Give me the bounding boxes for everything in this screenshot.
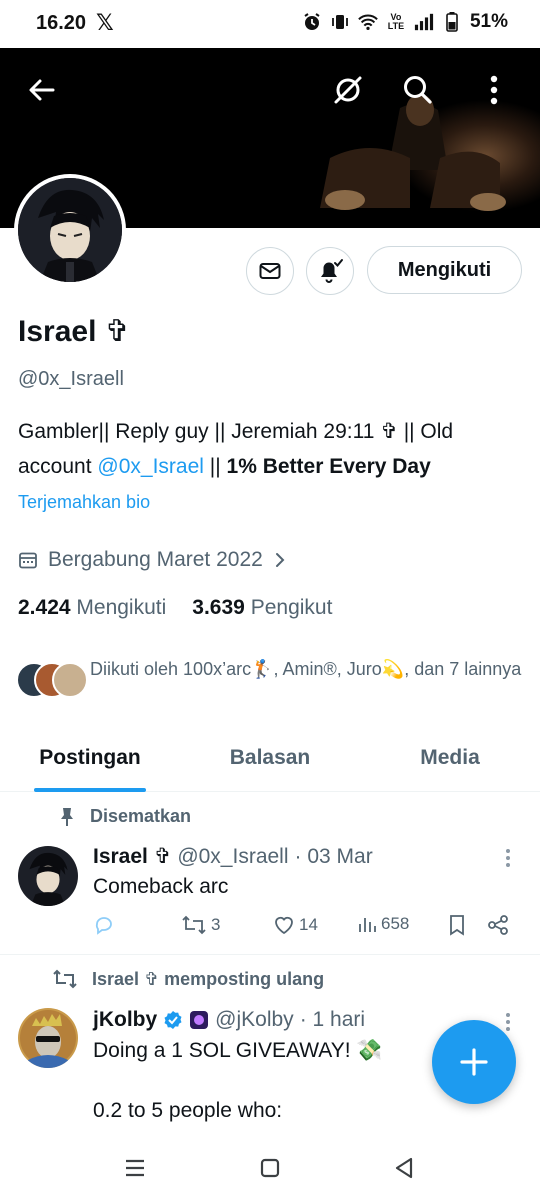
post-actions: 3 14 658 [93, 914, 513, 942]
follower-avatar [52, 662, 88, 698]
affiliate-badge-icon [190, 1011, 209, 1029]
avatar-image [18, 178, 122, 282]
mail-icon [259, 263, 281, 279]
followed-by-section[interactable]: Diikuti oleh 100x’arc🏌, Amin®, Juro💫, da… [16, 656, 526, 702]
x-logo-icon: 𝕏 [96, 10, 114, 35]
share-icon [488, 915, 508, 935]
following-count: 2.424 [18, 596, 71, 619]
battery-percent: 51% [469, 11, 508, 32]
verified-badge-icon [164, 1011, 182, 1029]
recent-apps-button[interactable] [117, 1150, 153, 1186]
more-options-button[interactable] [472, 68, 516, 112]
joined-text: Bergabung Maret 2022 [48, 548, 263, 571]
pinned-label: Disematkan [90, 806, 192, 826]
bookmark-icon [450, 915, 464, 936]
post-divider [0, 954, 540, 955]
post-author-handle: @jKolby [215, 1008, 294, 1031]
post-text-line: Doing a 1 SOL GIVEAWAY! 💸 [93, 1039, 383, 1062]
alarm-icon [302, 12, 322, 32]
bio-text-separator: || [203, 455, 227, 478]
post-text-line: 0.2 to 5 people who: [93, 1099, 283, 1122]
post-author-name[interactable]: jKolby [93, 1008, 157, 1032]
profile-name: Israel ✞ [18, 315, 130, 348]
followed-by-text: Diikuti oleh 100x’arc🏌, Amin®, Juro💫, da… [90, 659, 522, 679]
repost-icon [182, 915, 206, 935]
followers-stat[interactable]: 3.639 Pengikut [192, 596, 332, 620]
bio-bold-text: 1% Better Every Day [226, 455, 431, 478]
post-author-name[interactable]: Israel ✞ [93, 844, 171, 869]
heart-icon [275, 916, 293, 935]
bell-check-icon [321, 259, 343, 283]
tab-replies[interactable]: Balasan [180, 728, 360, 791]
post-header: Israel ✞ @0x_Israell · 03 Mar [93, 844, 373, 869]
translate-bio-link[interactable]: Terjemahkan bio [18, 492, 150, 513]
following-label: Mengikuti [76, 596, 167, 619]
volte-icon: Vo LTE [387, 12, 405, 31]
following-button[interactable]: Mengikuti [367, 246, 522, 294]
pinned-indicator: Disematkan [58, 806, 191, 827]
pin-icon [61, 807, 73, 826]
system-nav-bar [0, 1136, 540, 1200]
followed-by-avatars [16, 662, 88, 702]
wifi-icon [358, 12, 378, 32]
status-time: 16.20 [36, 12, 87, 34]
battery-icon [442, 12, 462, 32]
back-button[interactable] [20, 68, 64, 112]
signal-icon [414, 12, 434, 32]
joined-date[interactable]: Bergabung Maret 2022 [18, 548, 287, 572]
tab-media[interactable]: Media [360, 728, 540, 791]
tab-posts[interactable]: Postingan [0, 728, 180, 791]
followers-count: 3.639 [192, 596, 245, 619]
profile-tabs: Postingan Balasan Media [0, 728, 540, 792]
reply-icon [95, 917, 112, 935]
profile-bio: Gambler|| Reply guy || Jeremiah 29:11 ✞ … [18, 414, 518, 484]
back-triangle-icon [395, 1157, 413, 1179]
plus-icon [460, 1048, 488, 1076]
compose-post-button[interactable] [432, 1020, 516, 1104]
reply-button[interactable] [93, 914, 119, 936]
home-button[interactable] [252, 1150, 288, 1186]
repost-count: 3 [211, 915, 221, 934]
repost-button[interactable]: 3 [181, 914, 220, 936]
post-date: · 1 hari [299, 1008, 366, 1031]
profile-handle: @0x_Israell [18, 368, 124, 390]
followers-label: Pengikut [250, 596, 333, 619]
repost-icon [53, 969, 77, 989]
notification-button[interactable] [306, 247, 354, 295]
follow-stats: 2.424 Mengikuti 3.639 Pengikut [18, 596, 332, 620]
post-text: Comeback arc [93, 875, 229, 898]
grok-button[interactable] [326, 68, 370, 112]
recents-icon [126, 1159, 144, 1177]
repost-indicator[interactable]: Israel ✞ memposting ulang [52, 968, 324, 990]
bio-mention-link[interactable]: @0x_Israel [97, 455, 204, 478]
chevron-right-icon [275, 553, 285, 567]
post-header: jKolby @jKolby · 1 hari [93, 1008, 365, 1032]
following-stat[interactable]: 2.424 Mengikuti [18, 596, 166, 620]
views-button[interactable]: 658 [357, 914, 409, 934]
bookmark-button[interactable] [447, 914, 467, 936]
status-icons: Vo LTE 51% [302, 11, 508, 33]
post-date: · 03 Mar [294, 844, 373, 868]
post-avatar[interactable] [18, 846, 78, 906]
profile-avatar[interactable] [14, 174, 126, 286]
home-icon [260, 1158, 280, 1178]
post-avatar[interactable] [18, 1008, 78, 1068]
views-icon [359, 918, 376, 932]
post-author-handle: @0x_Israell [177, 844, 289, 868]
vibrate-icon [330, 12, 350, 32]
like-count: 14 [299, 915, 318, 934]
message-button[interactable] [246, 247, 294, 295]
view-count: 658 [381, 914, 410, 933]
search-button[interactable] [396, 68, 440, 112]
post-more-button[interactable] [498, 846, 518, 870]
like-button[interactable]: 14 [273, 914, 318, 936]
share-button[interactable] [487, 914, 509, 936]
status-bar: 16.20 𝕏 Vo LTE 51% [0, 0, 540, 48]
calendar-icon [19, 552, 37, 569]
repost-label: Israel ✞ memposting ulang [92, 968, 325, 989]
back-nav-button[interactable] [386, 1150, 422, 1186]
